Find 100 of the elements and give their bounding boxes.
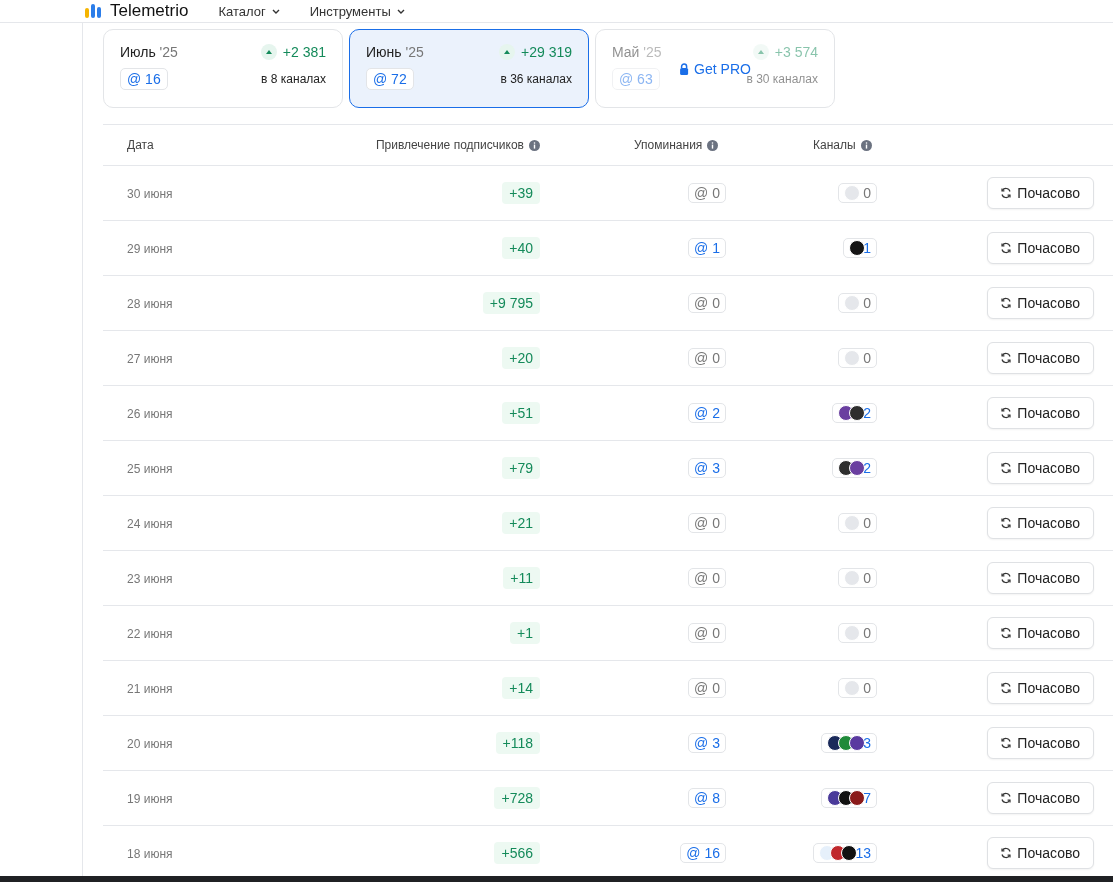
growth-value: +2 381	[282, 44, 326, 60]
hourly-button[interactable]: Почасово	[987, 232, 1094, 264]
growth-badge: +9 795	[482, 292, 540, 314]
growth-badge: +118	[495, 732, 540, 754]
channels-badge: 3	[821, 733, 877, 753]
growth-badge: +40	[502, 237, 540, 259]
mentions-badge: @ 0	[688, 678, 726, 698]
date-cell: 23 июня	[127, 572, 173, 586]
growth-badge: +11	[503, 567, 540, 589]
hourly-button[interactable]: Почасово	[987, 452, 1094, 484]
growth-badge: +21	[502, 512, 540, 534]
growth-value: +3 574	[774, 44, 818, 60]
channels-badge: 0	[838, 513, 877, 533]
column-header: Каналы	[813, 138, 856, 152]
mentions-count: @ 16	[120, 68, 168, 90]
get-pro-button[interactable]: Get PRO	[679, 60, 751, 77]
menu-dropdown[interactable]: Инструменты	[309, 3, 405, 19]
logo-icon	[84, 4, 102, 18]
lock-icon	[679, 62, 690, 75]
refresh-icon	[1000, 352, 1013, 364]
mentions-badge: @ 8	[688, 788, 726, 808]
hourly-button[interactable]: Почасово	[987, 287, 1094, 319]
date-cell: 26 июня	[127, 407, 173, 421]
refresh-icon	[1000, 792, 1013, 804]
mentions-badge: @ 3	[688, 458, 726, 478]
hourly-button[interactable]: Почасово	[987, 342, 1094, 374]
mentions-count: @ 63	[612, 68, 660, 90]
mentions-badge: @ 0	[688, 513, 726, 533]
hourly-button[interactable]: Почасово	[987, 837, 1094, 869]
month-card[interactable]: Июль '25 +2 381 @ 16 в 8 каналах	[103, 29, 343, 108]
chevron-icon	[396, 8, 405, 14]
column-header: Упоминания	[634, 138, 703, 152]
hourly-button[interactable]: Почасово	[987, 507, 1094, 539]
mentions-badge: @ 1	[688, 238, 726, 258]
refresh-icon	[1000, 627, 1013, 639]
growth-badge: +79	[502, 457, 540, 479]
month-title: Июль '25	[120, 44, 178, 60]
date-cell: 25 июня	[127, 462, 173, 476]
month-title: Июнь '25	[366, 44, 424, 60]
refresh-icon	[1000, 517, 1013, 529]
growth-badge: +1	[510, 622, 540, 644]
channels-count: в 36 каналах	[500, 72, 572, 86]
channels-badge: 0	[838, 623, 877, 643]
mentions-badge: @ 0	[688, 348, 726, 368]
month-card[interactable]: Июнь '25 +29 319 @ 72 в 36 каналах	[349, 29, 589, 108]
date-cell: 27 июня	[127, 352, 173, 366]
growth-badge: +14	[502, 677, 540, 699]
refresh-icon	[1000, 682, 1013, 694]
growth-badge: +728	[494, 787, 540, 809]
hourly-button[interactable]: Почасово	[987, 782, 1094, 814]
hourly-button[interactable]: Почасово	[987, 727, 1094, 759]
date-cell: 22 июня	[127, 627, 173, 641]
channels-badge: 0	[838, 348, 877, 368]
mentions-badge: @ 3	[688, 733, 726, 753]
channels-badge: 0	[838, 183, 877, 203]
hourly-button[interactable]: Почасово	[987, 562, 1094, 594]
mentions-badge: @ 0	[688, 183, 726, 203]
month-title: Май '25	[612, 44, 662, 60]
logo-text[interactable]: Telemetrio	[110, 1, 189, 21]
channels-badge: 1	[843, 238, 877, 258]
mentions-badge: @ 16	[680, 843, 726, 863]
refresh-icon	[1000, 572, 1013, 584]
channels-badge: 2	[832, 403, 877, 423]
date-cell: 24 июня	[127, 517, 173, 531]
channels-badge: 2	[832, 458, 877, 478]
mentions-badge: @ 0	[688, 293, 726, 313]
growth-badge: +20	[502, 347, 540, 369]
refresh-icon	[1000, 847, 1013, 859]
date-cell: 21 июня	[127, 682, 173, 696]
month-card[interactable]: Май '25 +3 574 @ 63 в 30 каналах Get PRO	[595, 29, 835, 108]
date-cell: 30 июня	[127, 187, 173, 201]
refresh-icon	[1000, 737, 1013, 749]
chevron-icon	[271, 8, 280, 14]
refresh-icon	[1000, 297, 1013, 309]
date-cell: 18 июня	[127, 847, 173, 861]
refresh-icon	[1000, 187, 1013, 199]
column-header: Дата	[127, 138, 154, 152]
growth-badge: +566	[494, 842, 540, 864]
hourly-button[interactable]: Почасово	[987, 617, 1094, 649]
hourly-button[interactable]: Почасово	[987, 672, 1094, 704]
date-cell: 20 июня	[127, 737, 173, 751]
channels-badge: 13	[813, 843, 877, 863]
date-cell: 19 июня	[127, 792, 173, 806]
channels-badge: 0	[838, 568, 877, 588]
menu-dropdown[interactable]: Каталог	[218, 3, 280, 19]
growth-badge: +51	[502, 402, 540, 424]
hourly-button[interactable]: Почасово	[987, 397, 1094, 429]
mentions-count: @ 72	[366, 68, 414, 90]
channels-badge: 0	[838, 678, 877, 698]
refresh-icon	[1000, 462, 1013, 474]
refresh-icon	[1000, 242, 1013, 254]
hourly-button[interactable]: Почасово	[987, 177, 1094, 209]
mentions-badge: @ 0	[688, 623, 726, 643]
channels-badge: 7	[821, 788, 877, 808]
refresh-icon	[1000, 407, 1013, 419]
channels-count: в 8 каналах	[261, 72, 326, 86]
channels-badge: 0	[838, 293, 877, 313]
growth-badge: +39	[502, 182, 540, 204]
mentions-badge: @ 0	[688, 568, 726, 588]
column-header: Привлечение подписчиков	[376, 138, 524, 152]
